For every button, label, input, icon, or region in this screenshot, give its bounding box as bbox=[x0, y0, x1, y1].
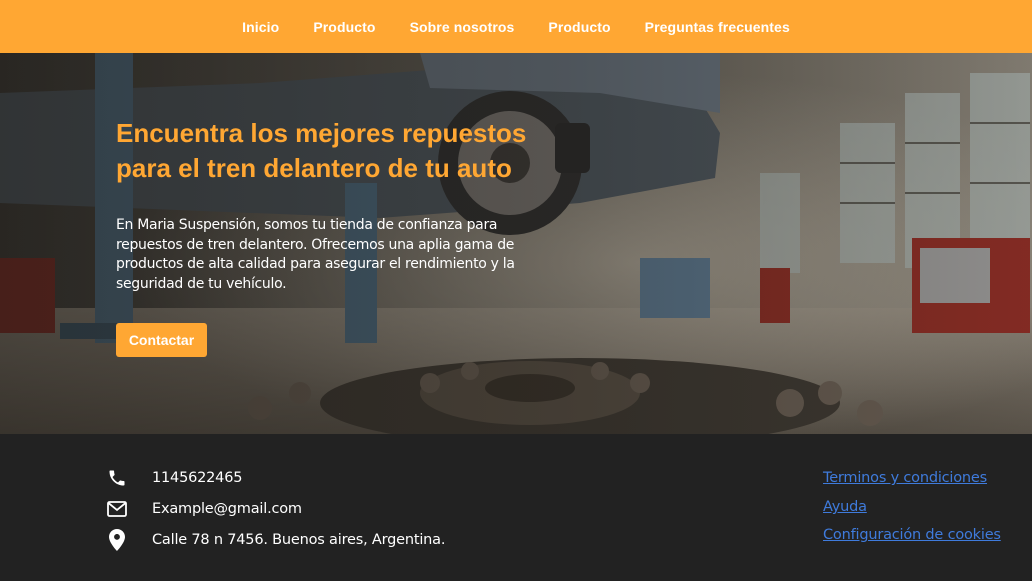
nav-producto-2[interactable]: Producto bbox=[531, 19, 627, 35]
address-row: Calle 78 n 7456. Buenos aires, Argentina… bbox=[106, 529, 445, 551]
location-pin-icon bbox=[106, 529, 128, 551]
footer: 1145622465 Example@gmail.com Calle 78 n … bbox=[0, 434, 1032, 581]
help-link[interactable]: Ayuda bbox=[823, 499, 867, 515]
email-address: Example@gmail.com bbox=[152, 501, 302, 517]
nav-sobre-nosotros[interactable]: Sobre nosotros bbox=[393, 19, 532, 35]
top-navbar: Inicio Producto Sobre nosotros Producto … bbox=[0, 0, 1032, 53]
phone-row: 1145622465 bbox=[106, 467, 242, 489]
phone-number: 1145622465 bbox=[152, 470, 243, 486]
hero-title: Encuentra los mejores repuestos para el … bbox=[116, 118, 527, 183]
hero-description: En Maria Suspensión, somos tu tienda de … bbox=[116, 217, 515, 292]
nav-preguntas-frecuentes[interactable]: Preguntas frecuentes bbox=[628, 19, 807, 35]
nav-inicio[interactable]: Inicio bbox=[225, 19, 296, 35]
nav-producto[interactable]: Producto bbox=[296, 19, 392, 35]
terms-link[interactable]: Terminos y condiciones bbox=[823, 470, 987, 486]
cookie-settings-link[interactable]: Configuración de cookies bbox=[823, 527, 1001, 543]
contact-button[interactable]: Contactar bbox=[116, 323, 207, 357]
address: Calle 78 n 7456. Buenos aires, Argentina… bbox=[152, 532, 446, 548]
mail-icon bbox=[106, 498, 128, 520]
hero-section: Encuentra los mejores repuestos para el … bbox=[0, 53, 1032, 434]
email-row: Example@gmail.com bbox=[106, 498, 302, 520]
phone-icon bbox=[106, 467, 128, 489]
